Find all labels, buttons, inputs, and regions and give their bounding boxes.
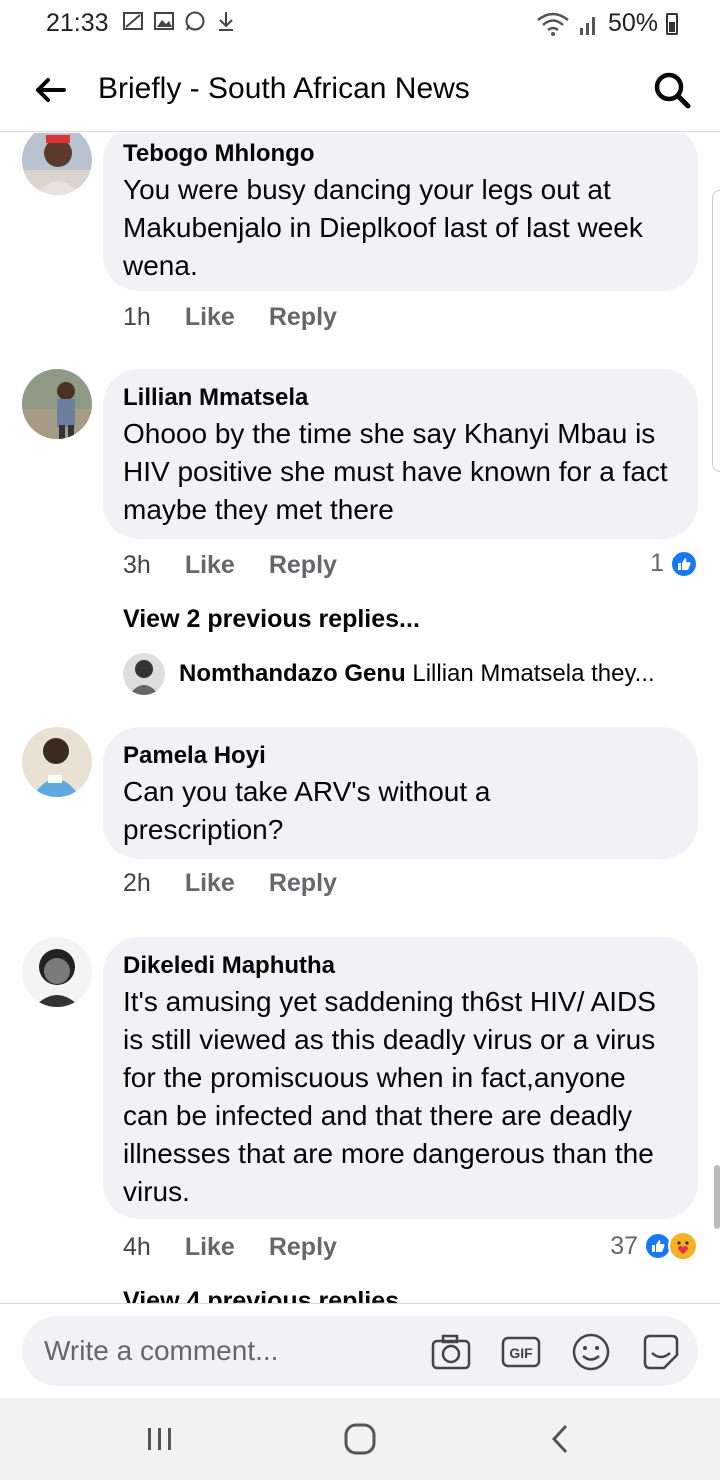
edge-panel-handle[interactable] [712, 190, 720, 472]
app-bar: Briefly - South African News [0, 48, 720, 132]
comment-text: You were busy dancing your legs out at M… [123, 174, 643, 281]
comment-text: Can you take ARV's without a prescriptio… [123, 776, 491, 845]
back-nav-icon[interactable] [540, 1420, 580, 1458]
wifi-icon [537, 12, 569, 36]
avatar[interactable] [22, 727, 92, 797]
comment-time[interactable]: 2h [123, 869, 151, 898]
avatar[interactable] [22, 369, 92, 439]
care-reaction-icon [668, 1231, 698, 1261]
svg-text:GIF: GIF [509, 1345, 533, 1361]
comment-actions: 3h Like Reply [123, 551, 337, 580]
signal-icon [579, 16, 595, 35]
comment-composer: Write a comment... GIF [0, 1303, 720, 1398]
reaction-summary[interactable]: 1 [650, 549, 698, 578]
comment-text: Ohooo by the time she say Khanyi Mbau is… [123, 418, 668, 525]
reply-preview[interactable]: Nomthandazo Genu Lillian Mmatsela they..… [123, 653, 655, 695]
like-button[interactable]: Like [185, 869, 235, 898]
whatsapp-icon [185, 11, 205, 31]
emoji-icon[interactable] [570, 1331, 612, 1373]
comment-time[interactable]: 3h [123, 551, 151, 580]
avatar[interactable] [22, 937, 92, 1007]
comment-time[interactable]: 1h [123, 303, 151, 332]
view-previous-replies[interactable]: View 4 previous replies... [123, 1287, 420, 1303]
reaction-summary[interactable]: 37 [610, 1231, 698, 1261]
notification-icons [122, 10, 237, 32]
comment-bubble: Tebogo Mhlongo You were busy dancing you… [103, 133, 698, 291]
comment-input[interactable]: Write a comment... GIF [22, 1316, 698, 1386]
comment-bubble: Pamela Hoyi Can you take ARV's without a… [103, 727, 698, 859]
comment-time[interactable]: 4h [123, 1233, 151, 1262]
home-icon[interactable] [340, 1420, 380, 1458]
gif-icon[interactable]: GIF [500, 1331, 542, 1373]
scrollbar[interactable] [714, 1165, 720, 1229]
messenger-blocked-icon [123, 12, 143, 30]
comment-input-placeholder: Write a comment... [44, 1335, 279, 1366]
battery-percent: 50% [607, 9, 658, 37]
comment-author[interactable]: Pamela Hoyi [123, 741, 670, 771]
avatar [123, 653, 165, 695]
like-reaction-icon [670, 549, 698, 578]
gallery-icon [154, 12, 174, 30]
back-arrow-icon[interactable] [30, 70, 70, 110]
status-time: 21:33 [46, 9, 109, 37]
avatar[interactable] [22, 133, 92, 195]
download-icon [219, 12, 233, 31]
like-button[interactable]: Like [185, 551, 235, 580]
reaction-count: 37 [610, 1231, 638, 1260]
like-button[interactable]: Like [185, 303, 235, 332]
comment-text: It's amusing yet saddening th6st HIV/ AI… [123, 986, 656, 1207]
camera-icon[interactable] [430, 1331, 472, 1373]
reaction-count: 1 [650, 549, 664, 577]
system-nav-bar [0, 1398, 720, 1480]
comment-bubble: Dikeledi Maphutha It's amusing yet sadde… [103, 937, 698, 1219]
comment-author[interactable]: Lillian Mmatsela [123, 383, 670, 413]
view-previous-replies[interactable]: View 2 previous replies... [123, 605, 420, 634]
battery-icon [666, 12, 678, 35]
reply-author[interactable]: Nomthandazo Genu [179, 660, 406, 687]
search-icon[interactable] [650, 68, 694, 112]
status-bar: 21:33 50% [0, 0, 720, 48]
sticker-icon[interactable] [640, 1331, 682, 1373]
reply-button[interactable]: Reply [269, 303, 337, 332]
reply-text: Lillian Mmatsela they... [412, 660, 655, 687]
like-button[interactable]: Like [185, 1233, 235, 1262]
page-title: Briefly - South African News [98, 72, 470, 105]
comment-bubble: Lillian Mmatsela Ohooo by the time she s… [103, 369, 698, 539]
comments-feed[interactable]: Tebogo Mhlongo You were busy dancing you… [0, 133, 720, 1303]
reply-button[interactable]: Reply [269, 1233, 337, 1262]
comment-author[interactable]: Dikeledi Maphutha [123, 951, 670, 981]
reply-button[interactable]: Reply [269, 551, 337, 580]
comment-actions: 2h Like Reply [123, 869, 337, 898]
comment-actions: 4h Like Reply [123, 1233, 337, 1262]
comment-author[interactable]: Tebogo Mhlongo [123, 139, 670, 169]
comment-actions: 1h Like Reply [123, 303, 337, 332]
reply-button[interactable]: Reply [269, 869, 337, 898]
recent-apps-icon[interactable] [140, 1420, 180, 1458]
